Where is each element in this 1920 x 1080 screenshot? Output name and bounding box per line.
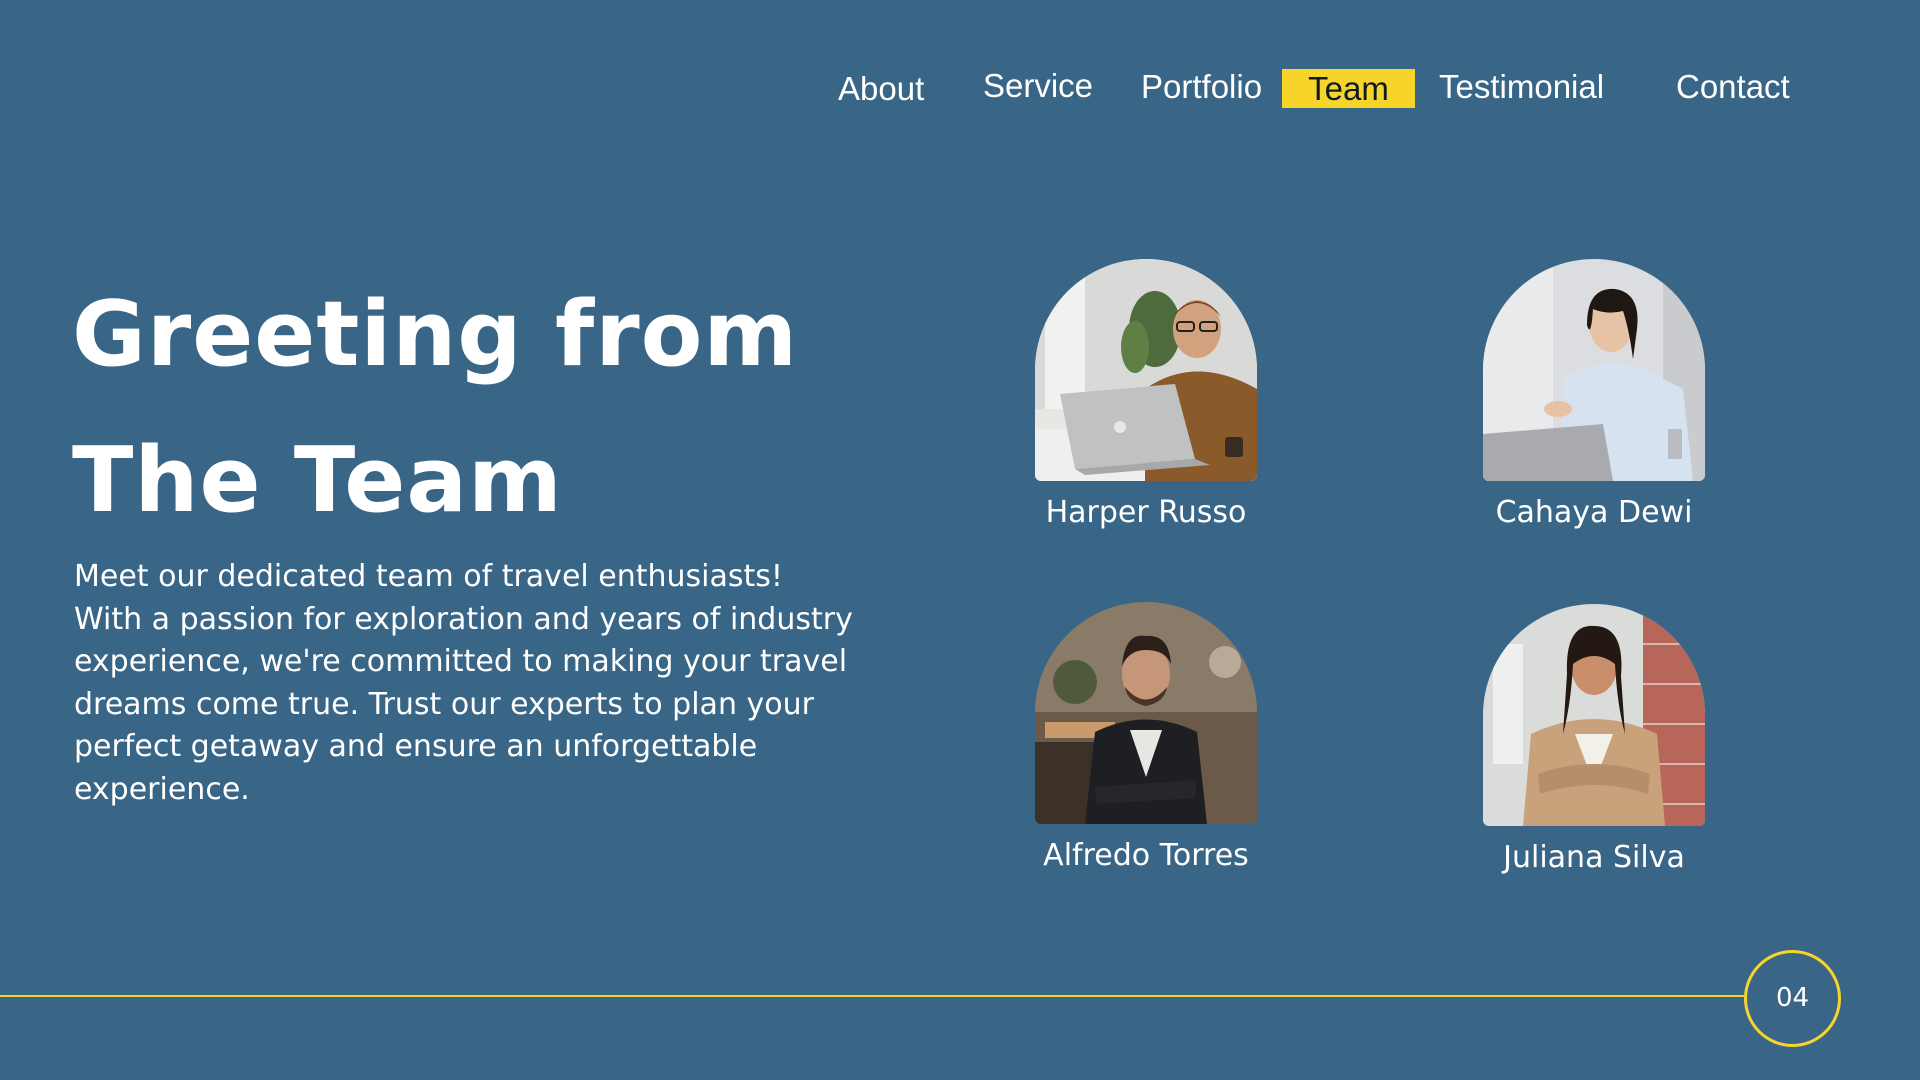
team-member-name: Harper Russo: [1045, 495, 1247, 530]
page-title: Greeting from The Team: [72, 262, 798, 554]
team-member-photo: [1035, 259, 1257, 481]
page-title-line-2: The Team: [72, 428, 563, 533]
page-title-line-1: Greeting from: [72, 282, 799, 387]
nav-testimonial-link[interactable]: Testimonial: [1439, 66, 1604, 108]
team-member-photo: [1483, 604, 1705, 826]
team-member-name: Juliana Silva: [1503, 840, 1685, 875]
team-member-card: Cahaya Dewi: [1474, 259, 1714, 533]
footer-divider-line: [0, 995, 1744, 997]
nav-about-link[interactable]: About: [838, 68, 924, 110]
team-member-photo: [1483, 259, 1705, 481]
team-member-card: Alfredo Torres: [1026, 602, 1266, 876]
team-member-name: Alfredo Torres: [1043, 838, 1249, 873]
page-number-badge: 04: [1744, 950, 1841, 1047]
nav-service-link[interactable]: Service: [983, 65, 1093, 107]
team-member-card: Harper Russo: [1026, 259, 1266, 533]
team-member-card: Juliana Silva: [1474, 604, 1714, 878]
team-member-photo: [1035, 602, 1257, 824]
nav-team-link[interactable]: Team: [1282, 69, 1415, 108]
team-intro-paragraph: Meet our dedicated team of travel enthus…: [74, 559, 853, 807]
nav-portfolio-link[interactable]: Portfolio: [1141, 66, 1262, 108]
nav-contact-link[interactable]: Contact: [1676, 66, 1790, 108]
team-member-name: Cahaya Dewi: [1495, 495, 1693, 530]
